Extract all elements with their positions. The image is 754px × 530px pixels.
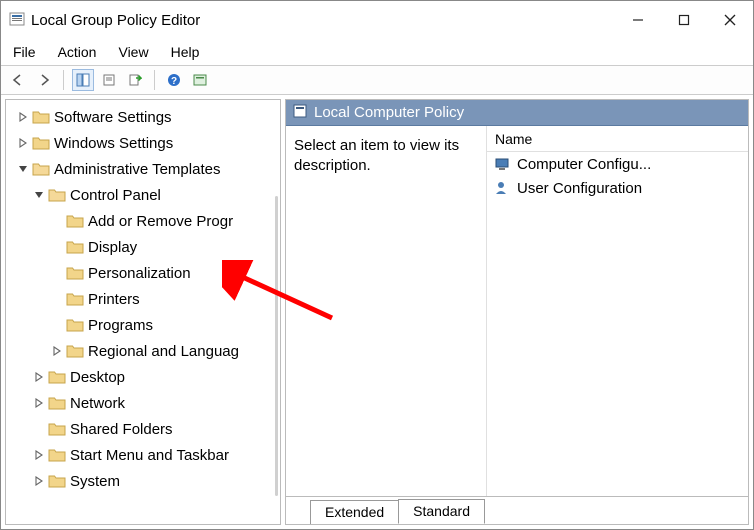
tree-item-label: Network (70, 391, 125, 416)
folder-icon (48, 447, 66, 463)
folder-icon (48, 395, 66, 411)
details-header-title: Local Computer Policy (314, 104, 464, 121)
tree-item-label: Display (88, 235, 137, 260)
help-button[interactable]: ? (163, 69, 185, 91)
folder-icon (48, 369, 66, 385)
tab-standard[interactable]: Standard (398, 499, 485, 524)
tree-item-label: Printers (88, 287, 140, 312)
folder-icon (32, 135, 50, 151)
maximize-button[interactable] (661, 4, 707, 36)
tree-item[interactable]: Control Panel (6, 182, 280, 208)
tree[interactable]: Software SettingsWindows SettingsAdminis… (6, 104, 280, 494)
expand-icon[interactable] (50, 346, 64, 356)
tree-item[interactable]: Printers (6, 286, 280, 312)
titlebar: Local Group Policy Editor (1, 1, 753, 39)
toolbar-separator (154, 70, 155, 90)
show-tree-button[interactable] (72, 69, 94, 91)
properties-button[interactable] (98, 69, 120, 91)
tree-item[interactable]: Regional and Languag (6, 338, 280, 364)
tree-item[interactable]: Display (6, 234, 280, 260)
computer-config-icon (495, 156, 513, 172)
list-item[interactable]: Computer Configu... (487, 152, 748, 176)
policy-icon (292, 103, 308, 123)
tree-item-label: Programs (88, 313, 153, 338)
list-item-label: Computer Configu... (517, 156, 651, 173)
details-header: Local Computer Policy (286, 100, 748, 126)
back-button[interactable] (7, 69, 29, 91)
collapse-icon[interactable] (16, 164, 30, 174)
tree-pane: Software SettingsWindows SettingsAdminis… (5, 99, 281, 525)
folder-icon (66, 213, 84, 229)
svg-text:?: ? (171, 76, 177, 87)
menu-view[interactable]: View (114, 42, 160, 62)
expand-icon[interactable] (32, 372, 46, 382)
forward-button[interactable] (33, 69, 55, 91)
close-button[interactable] (707, 4, 753, 36)
tabs-row: Extended Standard (286, 496, 748, 524)
list-item-label: User Configuration (517, 180, 642, 197)
toolbar-separator (63, 70, 64, 90)
content-area: Software SettingsWindows SettingsAdminis… (1, 95, 753, 529)
tree-item[interactable]: Administrative Templates (6, 156, 280, 182)
scrollbar[interactable] (275, 196, 278, 496)
description-text: Select an item to view its description. (294, 137, 459, 174)
folder-icon (66, 239, 84, 255)
tree-item[interactable]: Desktop (6, 364, 280, 390)
expand-icon[interactable] (16, 138, 30, 148)
export-button[interactable] (124, 69, 146, 91)
description-column: Select an item to view its description. (286, 126, 486, 496)
toolbar: ? (1, 65, 753, 95)
user-config-icon (495, 180, 513, 196)
tree-item-label: Control Panel (70, 183, 161, 208)
tree-item[interactable]: Software Settings (6, 104, 280, 130)
menu-action[interactable]: Action (54, 42, 109, 62)
list-column: Name Computer Configu... User Configurati… (486, 126, 748, 496)
window: Local Group Policy Editor File Action Vi… (0, 0, 754, 530)
tree-item-label: Windows Settings (54, 131, 173, 156)
window-title: Local Group Policy Editor (31, 12, 615, 29)
tree-item-label: Software Settings (54, 105, 172, 130)
folder-icon (66, 265, 84, 281)
collapse-icon[interactable] (32, 190, 46, 200)
menu-help[interactable]: Help (167, 42, 212, 62)
tab-extended[interactable]: Extended (310, 500, 399, 524)
folder-icon (66, 291, 84, 307)
tree-item[interactable]: Programs (6, 312, 280, 338)
folder-icon (48, 187, 66, 203)
tree-item-label: Start Menu and Taskbar (70, 443, 229, 468)
menubar: File Action View Help (1, 39, 753, 65)
minimize-button[interactable] (615, 4, 661, 36)
app-icon (9, 11, 25, 30)
tree-item[interactable]: Personalization (6, 260, 280, 286)
tree-item[interactable]: Network (6, 390, 280, 416)
tree-item[interactable]: Shared Folders (6, 416, 280, 442)
details-body: Select an item to view its description. … (286, 126, 748, 496)
column-header-name[interactable]: Name (487, 126, 748, 152)
filter-button[interactable] (189, 69, 211, 91)
tree-item-label: Desktop (70, 365, 125, 390)
menu-file[interactable]: File (9, 42, 48, 62)
tree-item[interactable]: Add or Remove Progr (6, 208, 280, 234)
expand-icon[interactable] (32, 398, 46, 408)
tree-item-label: Personalization (88, 261, 191, 286)
folder-icon (66, 343, 84, 359)
expand-icon[interactable] (32, 450, 46, 460)
folder-icon (48, 421, 66, 437)
tree-item[interactable]: Start Menu and Taskbar (6, 442, 280, 468)
folder-icon (66, 317, 84, 333)
expand-icon[interactable] (32, 476, 46, 486)
tree-item[interactable]: System (6, 468, 280, 494)
tree-item[interactable]: Windows Settings (6, 130, 280, 156)
tree-item-label: Add or Remove Progr (88, 209, 233, 234)
tree-item-label: Administrative Templates (54, 157, 220, 182)
list-item[interactable]: User Configuration (487, 176, 748, 200)
tree-item-label: System (70, 469, 120, 494)
tree-item-label: Regional and Languag (88, 339, 239, 364)
tree-item-label: Shared Folders (70, 417, 173, 442)
folder-icon (32, 161, 50, 177)
folder-icon (32, 109, 50, 125)
folder-icon (48, 473, 66, 489)
details-pane: Local Computer Policy Select an item to … (285, 99, 749, 525)
expand-icon[interactable] (16, 112, 30, 122)
